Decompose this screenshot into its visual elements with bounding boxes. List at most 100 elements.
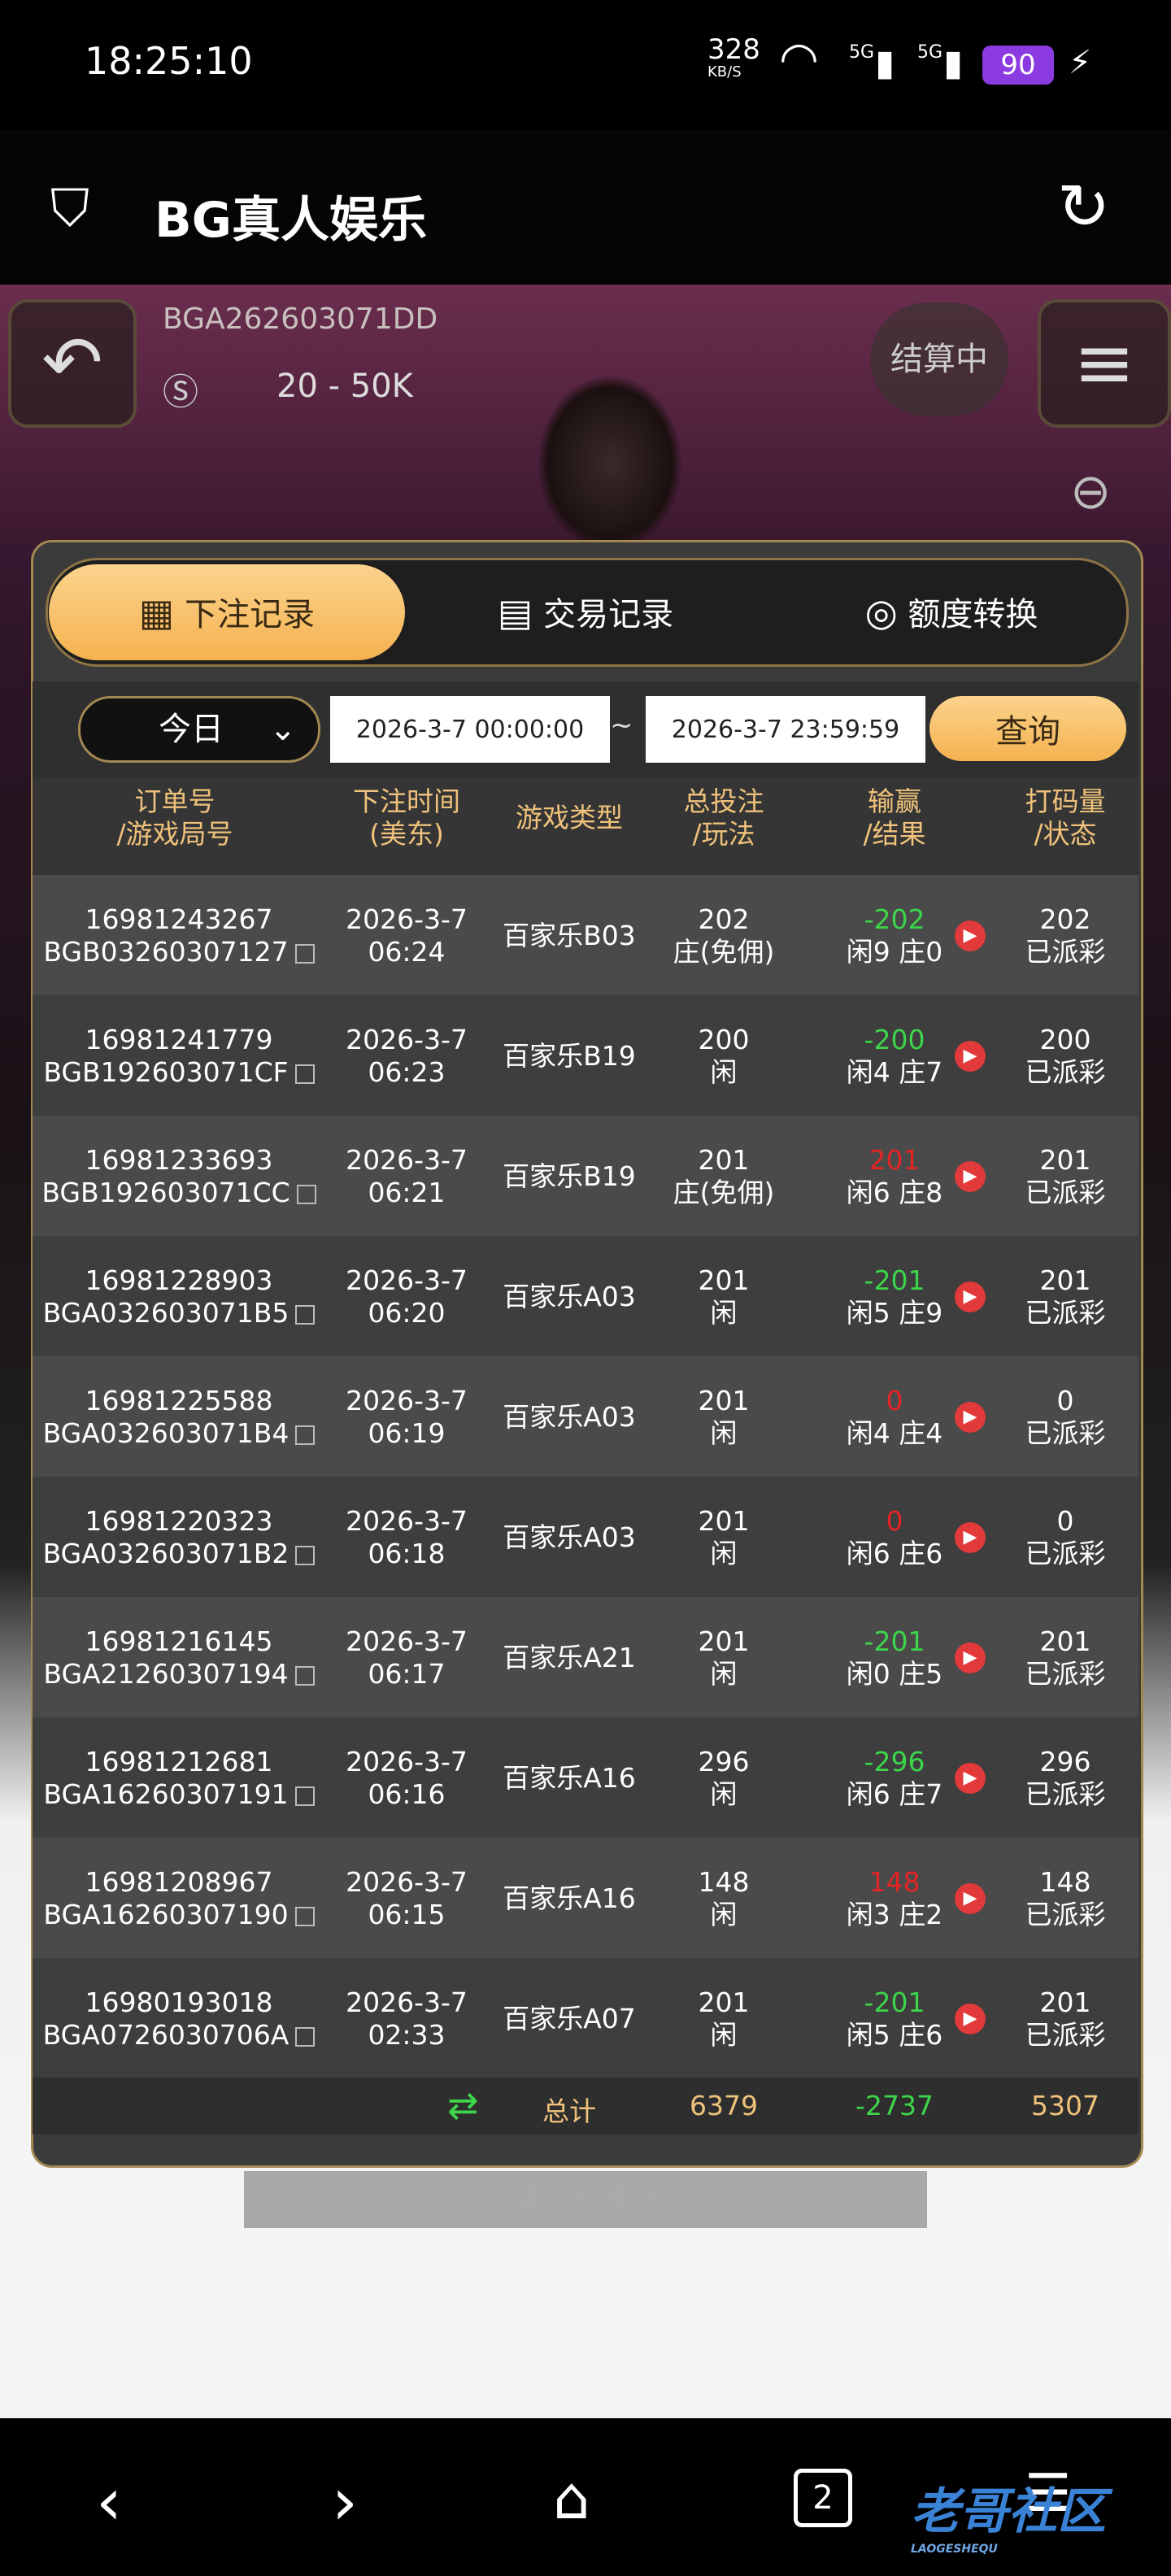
refresh-icon[interactable]: ↻ [1057, 171, 1110, 244]
play-replay-icon[interactable]: ▶ [955, 1763, 986, 1794]
order-cell: 16981225588 BGA032603071B4 [33, 1356, 325, 1478]
play-replay-icon[interactable]: ▶ [955, 920, 986, 951]
table-row: 16981216145 BGA21260307194 2026-3-7 06:17 百家… [33, 1597, 1138, 1719]
game-type: 百家乐A16 [503, 1882, 636, 1914]
table-row: 16981241779 BGB192603071CF 2026-3-7 06:23 百家… [33, 995, 1138, 1117]
copy-icon[interactable] [294, 1665, 315, 1686]
bet-date: 2026-3-7 [346, 903, 468, 935]
game-type: 百家乐A21 [503, 1642, 636, 1673]
col-label: 订单号 [134, 785, 215, 817]
tab-transactions[interactable]: ▤ 交易记录 [423, 564, 748, 660]
copy-icon[interactable] [295, 1545, 316, 1565]
tab-label: 下注记录 [185, 596, 316, 633]
win-amount: 0 [886, 1385, 903, 1416]
bet-amount: 202 [698, 903, 750, 935]
time-cell: 2026-3-7 06:15 [325, 1838, 488, 1960]
date-separator: ~ [610, 709, 633, 742]
copy-icon[interactable] [295, 2026, 316, 2047]
shield-icon[interactable]: ⛉ [50, 179, 89, 239]
valid-cell: 0 已派彩 [992, 1356, 1138, 1478]
copy-icon[interactable] [295, 1304, 316, 1325]
settle-status: 已派彩 [1025, 1778, 1106, 1810]
tab-bet-records[interactable]: ▦ 下注记录 [49, 564, 405, 660]
bet-amount: 201 [698, 1986, 750, 2018]
time-cell: 2026-3-7 06:16 [325, 1717, 488, 1839]
start-date-input[interactable] [330, 696, 610, 763]
round-result: 闲0 庄5 [846, 1658, 943, 1690]
chevron-down-icon: ⌄ [269, 711, 297, 748]
order-number: 16981241779 [85, 1024, 273, 1055]
signal-icon: ▮ [943, 42, 964, 84]
order-cell: 16981243267 BGB03260307127 [33, 875, 325, 997]
swipe-hint-text: 请左右滑动 [511, 2182, 659, 2216]
bet-time: 06:15 [368, 1899, 446, 1930]
win-cell: 201 闲6 庄8 [813, 1116, 976, 1238]
win-cell: -201 闲5 庄6 [813, 1958, 976, 2080]
copy-icon[interactable] [295, 1425, 316, 1445]
round-result: 闲5 庄6 [846, 2019, 943, 2051]
swipe-hint: « 请左右滑动 » [244, 2171, 927, 2228]
win-amount: -296 [864, 1746, 925, 1778]
bet-cell: 201 闲 [651, 1356, 797, 1478]
home-icon[interactable]: ⌂ [553, 2464, 590, 2532]
bet-amount: 201 [698, 1505, 750, 1537]
play-replay-icon[interactable]: ▶ [955, 1041, 986, 1072]
settle-status: 已派彩 [1025, 936, 1106, 968]
col-label: 下注时间 [353, 785, 460, 817]
order-cell: 16981233693 BGB192603071CC [33, 1116, 325, 1238]
bet-date: 2026-3-7 [346, 1024, 468, 1055]
table-row: 16981212681 BGA16260307191 2026-3-7 06:16 百家… [33, 1717, 1138, 1839]
game-cell: 百家乐A03 [488, 1356, 651, 1478]
play-replay-icon[interactable]: ▶ [955, 1161, 986, 1192]
battery-indicator: 90 [982, 46, 1054, 85]
back-button[interactable]: ↶ [8, 299, 137, 428]
net-speed-value: 328 [707, 33, 760, 66]
bet-play: 闲 [710, 2019, 738, 2051]
bet-cell: 201 闲 [651, 1597, 797, 1719]
query-button[interactable]: 查询 [929, 696, 1126, 761]
copy-icon[interactable] [294, 1064, 315, 1084]
game-cell: 百家乐A03 [488, 1236, 651, 1358]
settle-status: 已派彩 [1025, 1177, 1106, 1208]
bet-time: 06:21 [368, 1177, 446, 1208]
round-result: 闲5 庄9 [846, 1297, 943, 1329]
play-replay-icon[interactable]: ▶ [955, 1643, 986, 1673]
end-date-input[interactable] [646, 696, 925, 763]
round-id: BGA16260307191 [43, 1778, 289, 1810]
win-cell: 0 闲4 庄4 [813, 1356, 976, 1478]
play-replay-icon[interactable]: ▶ [955, 1402, 986, 1433]
play-replay-icon[interactable]: ▶ [955, 1522, 986, 1553]
tabs-button[interactable]: 2 [794, 2469, 852, 2527]
play-replay-icon[interactable]: ▶ [955, 1281, 986, 1312]
bet-play: 闲 [710, 1899, 738, 1930]
play-replay-icon[interactable]: ▶ [955, 1883, 986, 1914]
zoom-icon[interactable]: ⊖ [1070, 463, 1111, 520]
game-cell: 百家乐A16 [488, 1838, 651, 1960]
period-select[interactable]: 今日 ⌄ [78, 696, 320, 763]
col-sublabel: /结果 [863, 818, 926, 850]
play-replay-icon[interactable]: ▶ [955, 2004, 986, 2034]
tab-credit-transfer[interactable]: ◎ 额度转换 [781, 564, 1122, 660]
net-speed: 328 KB/S [707, 36, 760, 80]
coins-icon: ◎ [864, 590, 898, 634]
valid-cell: 202 已派彩 [992, 875, 1138, 997]
valid-cell: 201 已派彩 [992, 1597, 1138, 1719]
back-arrow-icon: ↶ [41, 320, 103, 406]
time-cell: 2026-3-7 06:23 [325, 995, 488, 1117]
round-id: BGB192603071CF [43, 1056, 289, 1088]
win-cell: -296 闲6 庄7 [813, 1717, 976, 1839]
copy-icon[interactable] [294, 943, 315, 964]
table-row: 16981220323 BGA032603071B2 2026-3-7 06:18 百家… [33, 1477, 1138, 1599]
back-icon[interactable]: ‹ [96, 2464, 122, 2539]
bet-date: 2026-3-7 [346, 1505, 468, 1537]
copy-icon[interactable] [294, 1786, 315, 1806]
copy-icon[interactable] [296, 1184, 316, 1204]
game-type: 百家乐A03 [503, 1401, 636, 1433]
col-sublabel: /玩法 [692, 818, 755, 850]
copy-icon[interactable] [294, 1906, 315, 1926]
bet-time: 06:16 [368, 1778, 446, 1810]
forward-icon[interactable]: › [332, 2464, 358, 2539]
win-cell: -201 闲5 庄9 [813, 1236, 976, 1358]
menu-button[interactable]: ≡ [1038, 299, 1171, 428]
time-cell: 2026-3-7 02:33 [325, 1958, 488, 2080]
